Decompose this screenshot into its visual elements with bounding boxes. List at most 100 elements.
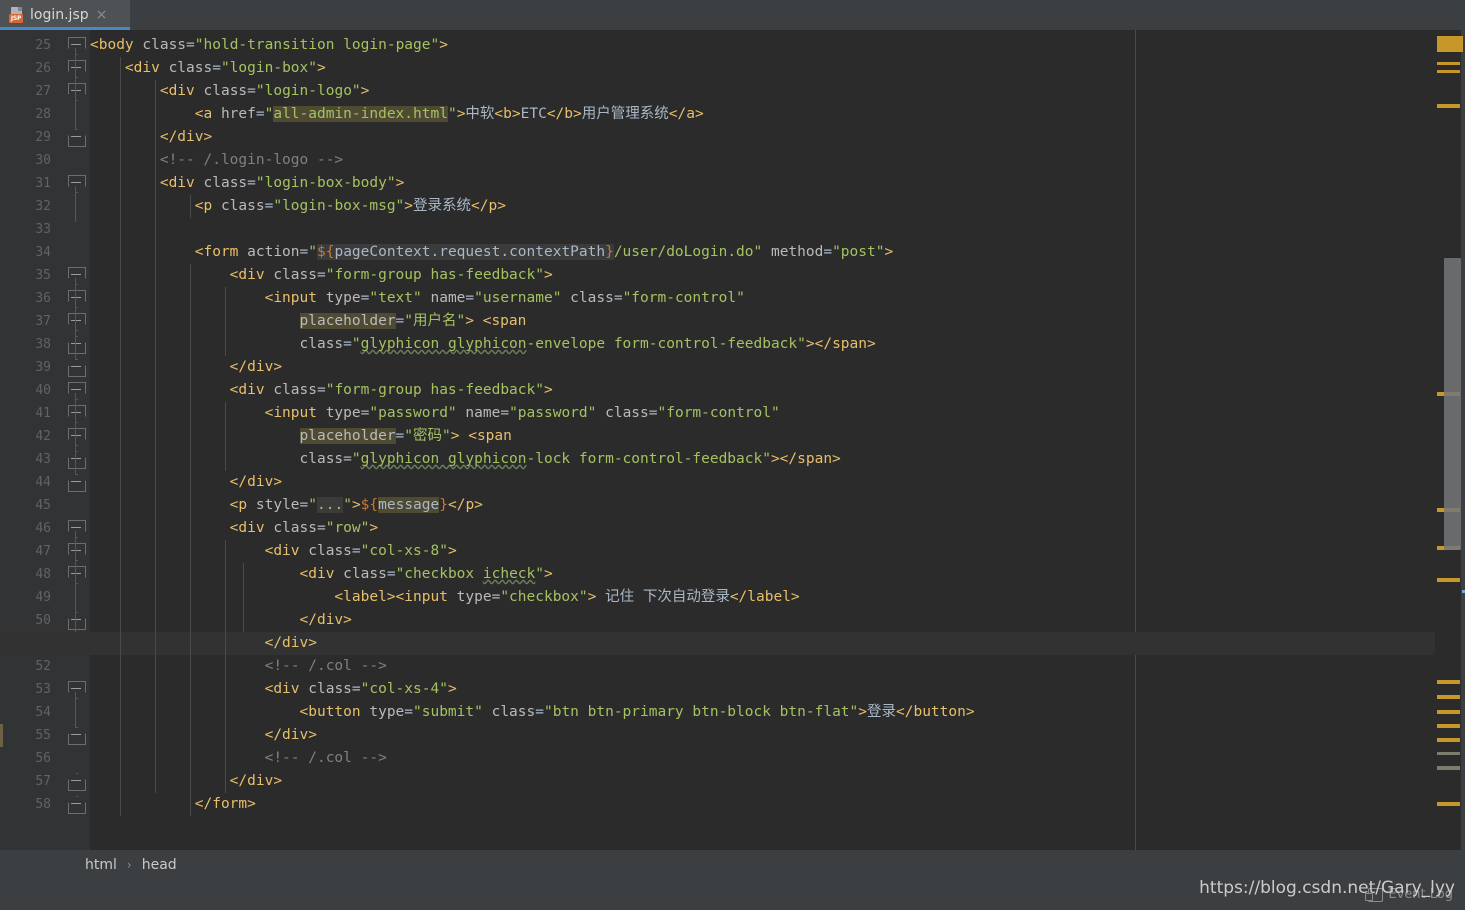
- code-fold-toggle-icon[interactable]: [68, 773, 86, 791]
- code-token: "form-control": [657, 405, 780, 421]
- code-fold-toggle-icon[interactable]: [68, 37, 86, 55]
- code-token: "checkbox": [500, 589, 588, 605]
- scrollbar-marker[interactable]: [1437, 695, 1460, 699]
- code-token: >: [395, 175, 405, 191]
- code-fold-toggle-icon[interactable]: [68, 405, 86, 423]
- code-fold-toggle-icon[interactable]: [68, 543, 86, 561]
- editor-scrollbar[interactable]: [1435, 30, 1465, 850]
- code-token: "login-box-body": [255, 175, 396, 191]
- scrollbar-marker[interactable]: [1437, 802, 1460, 806]
- code-token: ...: [317, 497, 344, 513]
- code-text-area[interactable]: <body class="hold-transition login-page"…: [0, 30, 1435, 850]
- jsp-file-icon: JSP: [9, 7, 24, 23]
- scrollbar-marker[interactable]: [1437, 578, 1460, 582]
- code-token: </button>: [896, 704, 975, 720]
- code-fold-toggle-icon[interactable]: [68, 267, 86, 285]
- code-token: <div: [90, 543, 309, 559]
- line-number: 29: [35, 130, 51, 145]
- ide-window: JSP login.jsp × 25 26 27 28 29 30 31 32 33 34 35 36…: [0, 0, 1465, 910]
- code-fold-toggle-icon[interactable]: [68, 520, 86, 538]
- code-token: class: [482, 704, 536, 720]
- code-token: <b>: [494, 106, 521, 122]
- code-token: <p: [90, 497, 256, 513]
- code-token: <div: [90, 681, 309, 697]
- breadcrumb-item-html[interactable]: html: [85, 857, 117, 873]
- scrollbar-marker[interactable]: [1437, 724, 1460, 728]
- scrollbar-marker[interactable]: [1437, 70, 1460, 73]
- breadcrumb-item-head[interactable]: head: [142, 857, 177, 873]
- code-token: <!-- /.col -->: [90, 658, 387, 674]
- right-margin-guide: [1135, 30, 1136, 850]
- code-fold-toggle-icon[interactable]: [68, 681, 86, 699]
- code-token: "checkbox: [395, 566, 483, 582]
- scrollbar-marker-block[interactable]: [1437, 36, 1463, 52]
- indent-guide: [225, 540, 226, 793]
- code-fold-toggle-icon[interactable]: [68, 727, 86, 745]
- code-token: <div: [90, 382, 274, 398]
- code-fold-toggle-icon[interactable]: [68, 336, 86, 354]
- code-fold-toggle-icon[interactable]: [68, 474, 86, 492]
- code-fold-toggle-icon[interactable]: [68, 359, 86, 377]
- code-fold-toggle-icon[interactable]: [68, 796, 86, 814]
- code-token: </a>: [668, 106, 704, 122]
- scrollbar-thumb[interactable]: [1444, 258, 1461, 550]
- code-token: "用户名": [404, 313, 466, 329]
- code-token: <input: [90, 405, 326, 421]
- code-fold-toggle-icon[interactable]: [68, 382, 86, 400]
- code-token: /user/doLogin.do": [613, 244, 763, 260]
- scrollbar-marker[interactable]: [1437, 738, 1460, 742]
- code-token: </div>: [90, 612, 352, 628]
- code-fold-toggle-icon[interactable]: [68, 129, 86, 147]
- code-line: <input type="password" name="password" c…: [90, 402, 780, 425]
- code-line: placeholder="密码"> <span: [90, 425, 512, 448]
- scrollbar-marker[interactable]: [1437, 104, 1460, 108]
- code-token: =: [500, 405, 510, 421]
- code-token: >: [447, 681, 457, 697]
- code-line: <!-- /.col -->: [90, 655, 387, 678]
- close-icon[interactable]: ×: [96, 8, 108, 22]
- scrollbar-marker[interactable]: [1437, 710, 1460, 714]
- code-token: </b>: [546, 106, 582, 122]
- code-fold-toggle-icon[interactable]: [68, 175, 86, 193]
- editor-tab-bar: JSP login.jsp ×: [0, 0, 1465, 30]
- code-fold-toggle-icon[interactable]: [68, 428, 86, 446]
- code-token: >: [360, 83, 370, 99]
- code-fold-toggle-icon[interactable]: [68, 290, 86, 308]
- code-line: <p class="login-box-msg">登录系统</p>: [90, 195, 506, 218]
- code-token: =: [247, 83, 256, 99]
- code-token: <body: [90, 37, 143, 53]
- code-token: message: [378, 497, 440, 513]
- scrollbar-marker[interactable]: [1437, 766, 1460, 770]
- tab-login-jsp[interactable]: JSP login.jsp ×: [0, 0, 130, 30]
- code-editor[interactable]: 25 26 27 28 29 30 31 32 33 34 35 36 37 38 39 40 41 42 43 44…: [0, 30, 1435, 850]
- code-token: placeholder: [299, 313, 396, 329]
- code-fold-toggle-icon[interactable]: [68, 83, 86, 101]
- scrollbar-marker[interactable]: [1437, 752, 1460, 755]
- code-token: "login-logo": [255, 83, 361, 99]
- code-token: "col-xs-4": [360, 681, 448, 697]
- code-line: <!-- /.col -->: [90, 747, 387, 770]
- code-token: $: [317, 244, 326, 260]
- code-token: 中软: [465, 106, 495, 122]
- fold-connector: [75, 692, 76, 728]
- code-token: 记住 下次自动登录: [596, 589, 730, 605]
- code-fold-toggle-icon[interactable]: [68, 566, 86, 584]
- code-token: </div>: [90, 727, 317, 743]
- code-line: <input type="text" name="username" class…: [90, 287, 745, 310]
- code-token: name: [456, 405, 501, 421]
- code-fold-toggle-icon[interactable]: [68, 60, 86, 78]
- code-fold-toggle-icon[interactable]: [68, 313, 86, 331]
- code-fold-toggle-icon[interactable]: [68, 612, 86, 630]
- code-folding-column[interactable]: [62, 30, 90, 850]
- line-number: 32: [35, 199, 51, 214]
- code-token: glyphicon glyphicon: [360, 336, 527, 352]
- indent-guide: [225, 287, 226, 356]
- line-number: 31: [35, 176, 51, 191]
- scrollbar-marker[interactable]: [1437, 62, 1460, 65]
- code-fold-toggle-icon[interactable]: [68, 451, 86, 469]
- code-token: =: [186, 37, 195, 53]
- line-number: 52: [35, 659, 51, 674]
- code-token: pageContext.request.contextPath: [334, 244, 606, 260]
- code-token: >: [543, 267, 553, 283]
- scrollbar-marker[interactable]: [1437, 680, 1460, 684]
